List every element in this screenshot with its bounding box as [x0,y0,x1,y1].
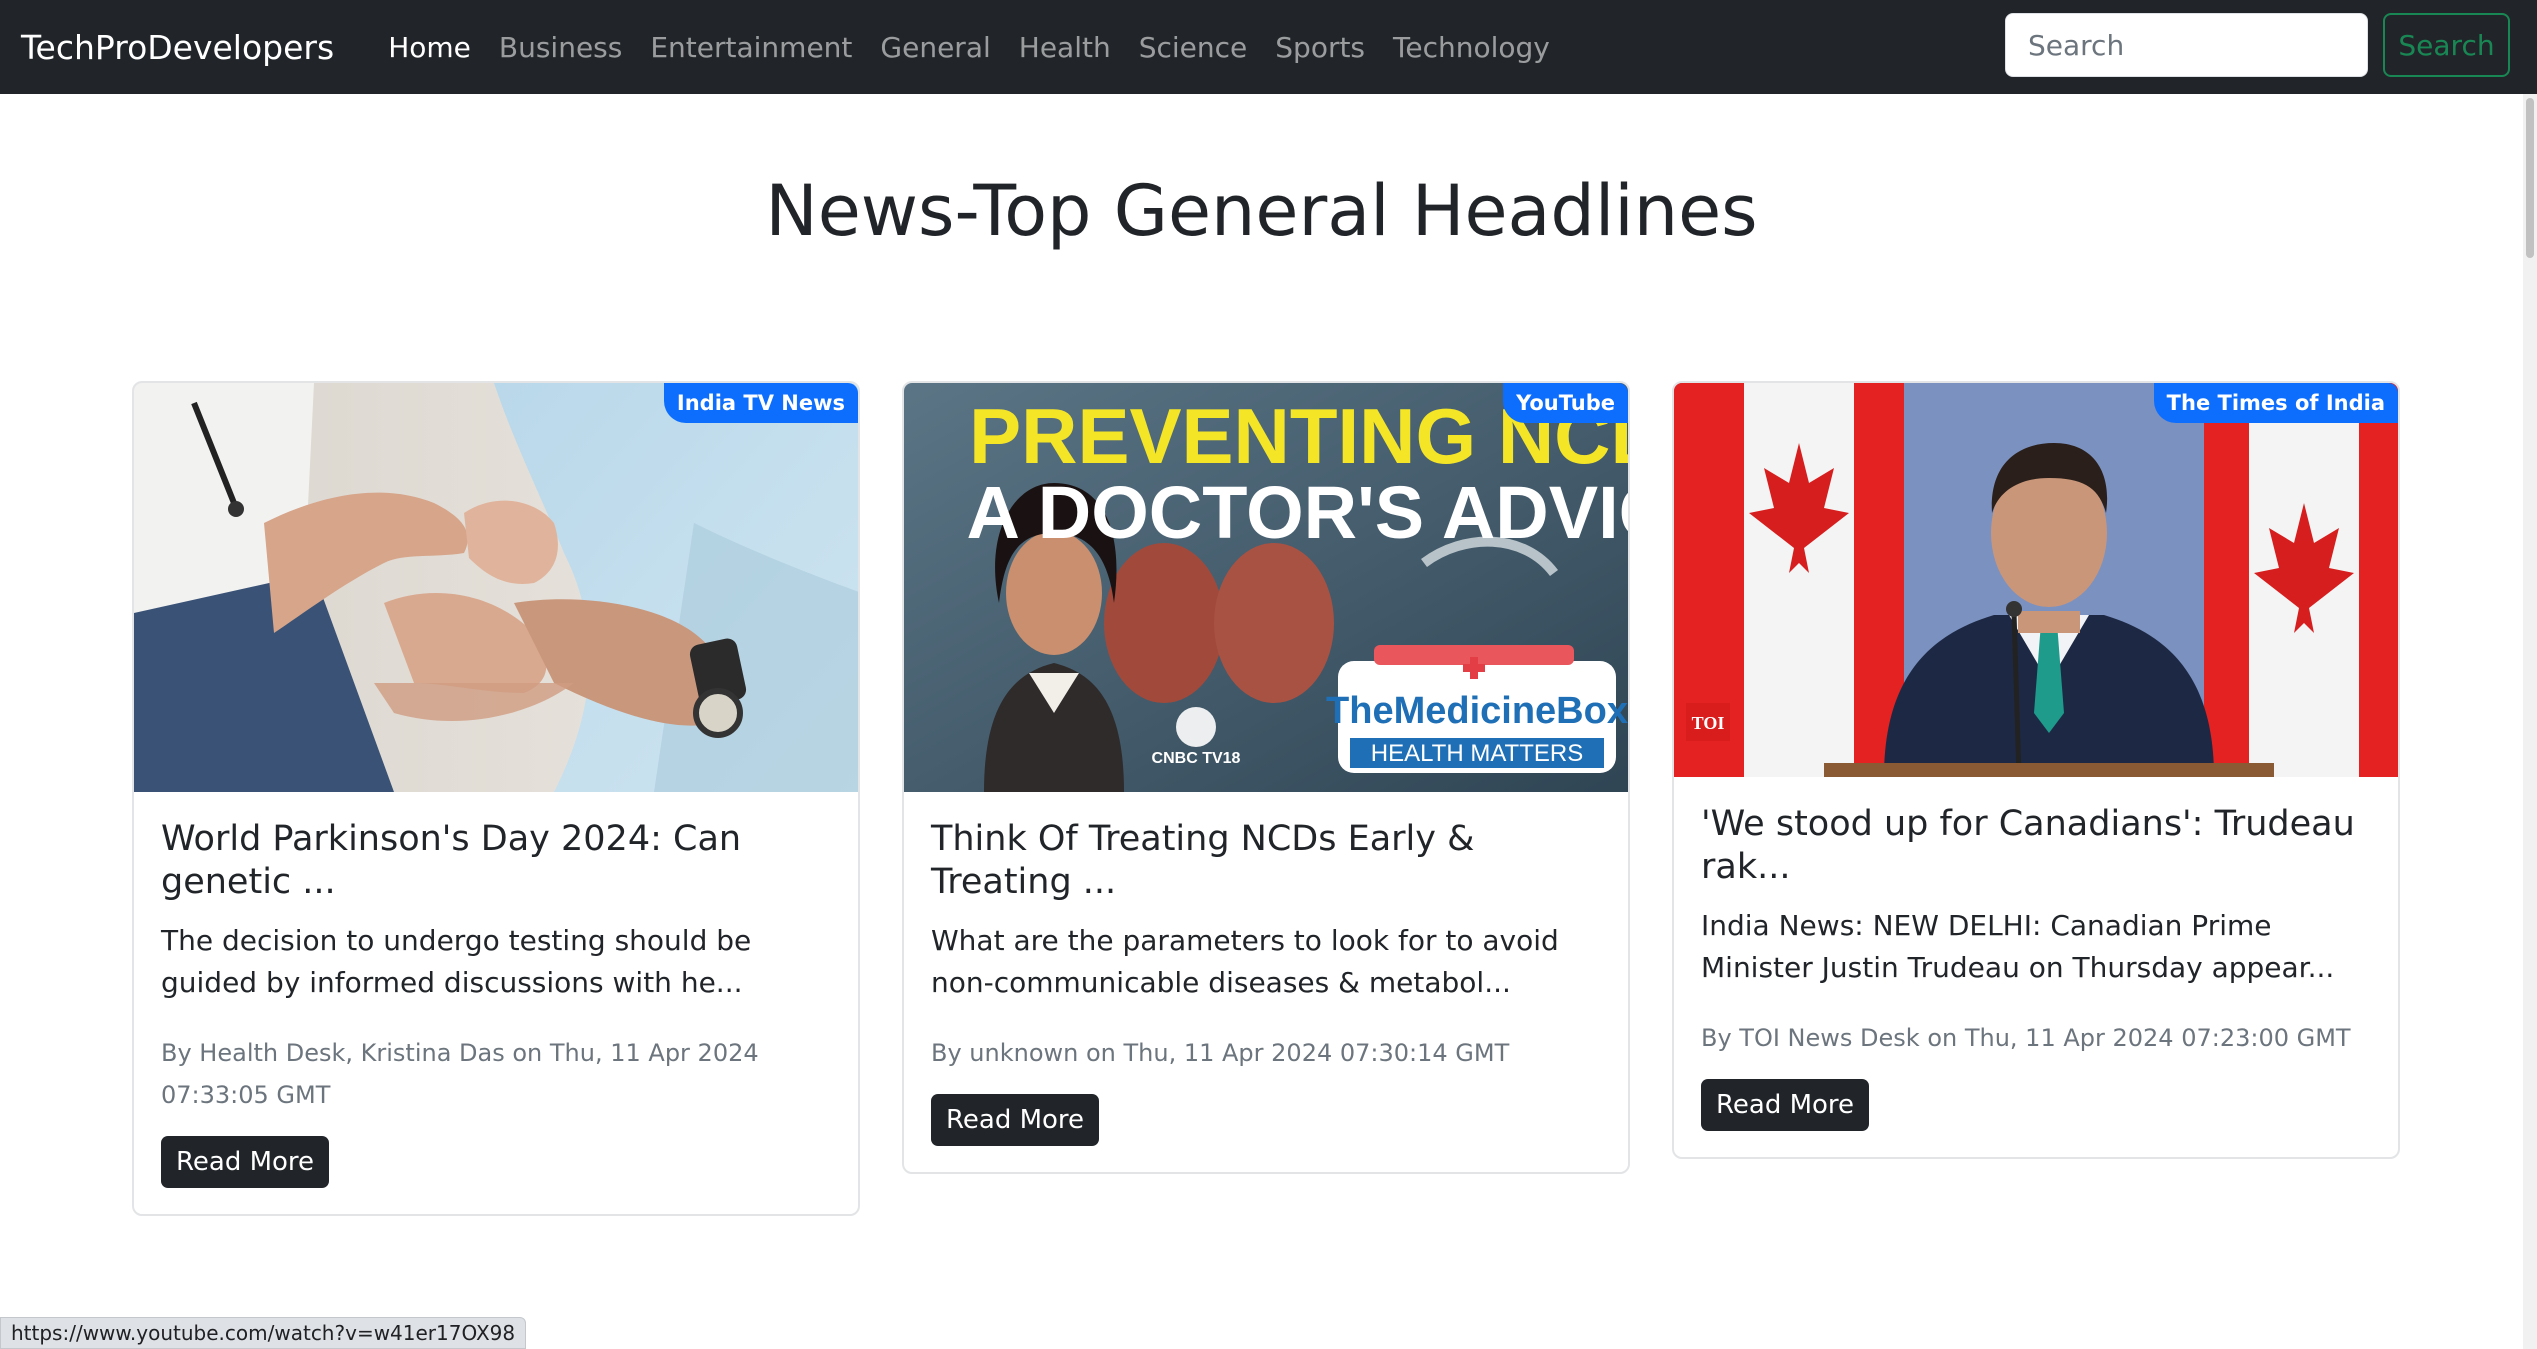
medicinebox-subtitle: HEALTH MATTERS [1371,740,1583,767]
ncds-thumbnail: PREVENTING NCDS A DOCTOR'S ADVICE TheMed… [904,383,1628,792]
news-image-hands: India TV News [134,383,858,792]
trudeau-photo: TOI [1674,383,2398,777]
read-more-button[interactable]: Read More [161,1136,330,1188]
hands-photo [134,383,858,792]
ncds-headline-line2: A DOCTOR'S ADVICE [967,471,1628,554]
page-scrollbar[interactable] [2523,94,2537,1349]
card-description: The decision to undergo testing should b… [161,924,752,999]
nav-link-entertainment[interactable]: Entertainment [636,31,866,64]
news-card: India TV News World Parkinson's Day 2024… [132,381,860,1216]
nav-links: Home Business Entertainment General Heal… [374,31,1564,64]
read-more-button[interactable]: Read More [931,1094,1100,1146]
toi-logo: TOI [1692,713,1725,733]
news-image-ncds: PREVENTING NCDS A DOCTOR'S ADVICE TheMed… [904,383,1628,792]
source-badge: YouTube [1503,383,1628,423]
medicinebox-title: TheMedicineBox [1326,690,1628,732]
news-card: PREVENTING NCDS A DOCTOR'S ADVICE TheMed… [902,381,1630,1174]
read-more-button[interactable]: Read More [1701,1079,1870,1131]
nav-link-technology[interactable]: Technology [1379,31,1564,64]
nav-link-business[interactable]: Business [485,31,636,64]
navbar: TechProDevelopers Home Business Entertai… [0,0,2537,94]
card-byline: By unknown on Thu, 11 Apr 2024 07:30:14 … [931,1039,1510,1067]
brand-logo[interactable]: TechProDevelopers [21,28,334,67]
news-card: TOI The Times of India 'We stood up for … [1672,381,2400,1159]
card-description: India News: NEW DELHI: Canadian Prime Mi… [1701,909,2335,984]
scrollbar-thumb[interactable] [2526,98,2534,258]
nav-link-general[interactable]: General [866,31,1004,64]
search-button[interactable]: Search [2383,13,2510,77]
card-byline: By Health Desk, Kristina Das on Thu, 11 … [161,1039,759,1109]
link-status-bar: https://www.youtube.com/watch?v=w41er17O… [0,1317,527,1349]
card-body: 'We stood up for Canadians': Trudeau rak… [1674,777,2398,1157]
page-title: News-Top General Headlines [765,170,1758,252]
cnbc-tv18-logo: CNBC TV18 [1152,750,1241,767]
card-title: 'We stood up for Canadians': Trudeau rak… [1701,804,2355,887]
card-byline: By TOI News Desk on Thu, 11 Apr 2024 07:… [1701,1024,2351,1052]
search-input[interactable] [2005,13,2368,77]
card-title: Think Of Treating NCDs Early & Treating … [931,819,1475,902]
search-form: Search [2005,13,2510,77]
card-description: What are the parameters to look for to a… [931,924,1559,999]
nav-link-health[interactable]: Health [1005,31,1125,64]
card-title: World Parkinson's Day 2024: Can genetic … [161,819,742,902]
card-body: World Parkinson's Day 2024: Can genetic … [134,792,858,1214]
nav-link-home[interactable]: Home [374,31,485,64]
source-badge: India TV News [663,383,858,423]
source-badge: The Times of India [2153,383,2398,423]
nav-link-science[interactable]: Science [1125,31,1262,64]
news-image-trudeau: TOI The Times of India [1674,383,2398,777]
nav-link-sports[interactable]: Sports [1261,31,1379,64]
card-body: Think Of Treating NCDs Early & Treating … [904,792,1628,1172]
